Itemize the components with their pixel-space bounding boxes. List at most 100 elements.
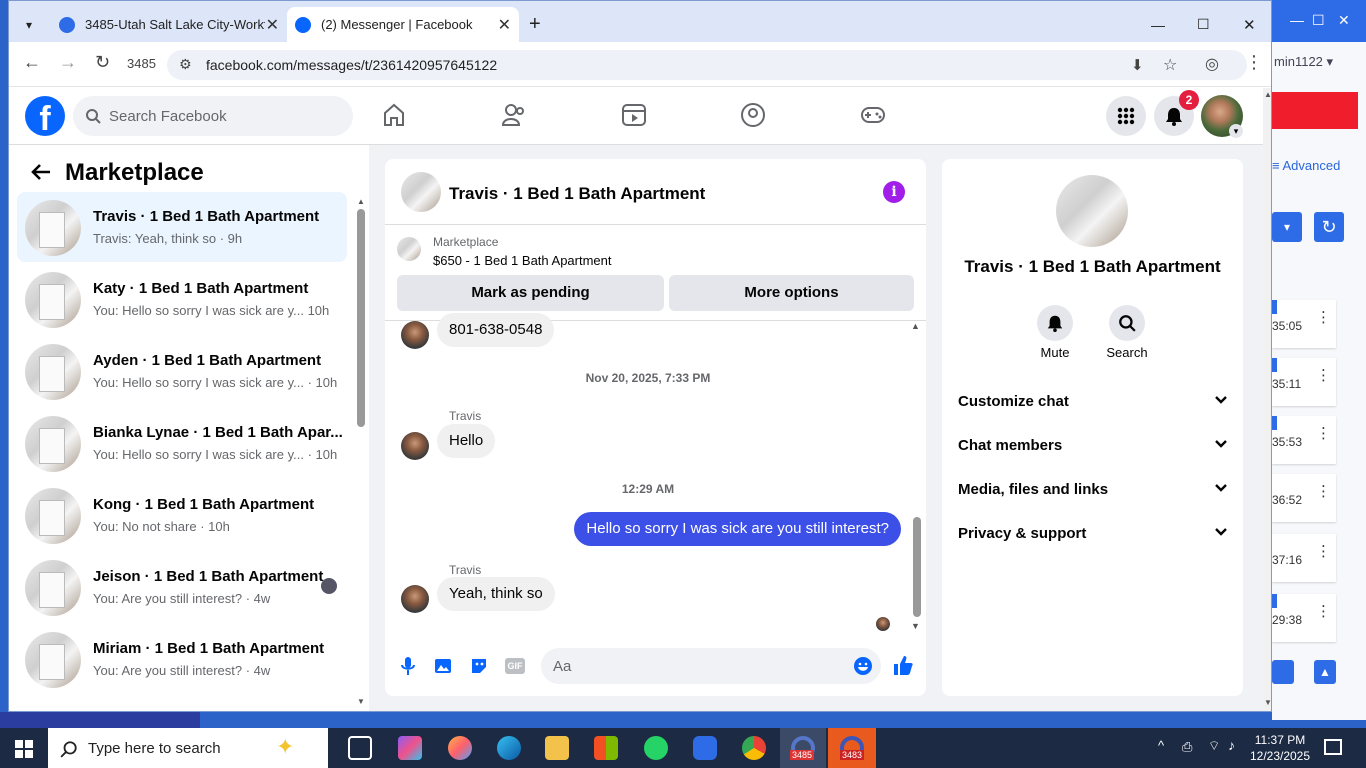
tray-chevron-icon[interactable]: ^ — [1158, 738, 1164, 753]
kebab-icon[interactable]: ⋮ — [1316, 602, 1331, 620]
collapse-button[interactable] — [1272, 660, 1294, 684]
listing-thumbnail[interactable] — [397, 237, 421, 261]
facebook-search[interactable]: Search Facebook — [73, 96, 353, 136]
conversation-avatar[interactable] — [1056, 175, 1128, 247]
back-icon[interactable]: ← — [23, 52, 41, 73]
back-arrow-icon[interactable] — [31, 163, 51, 181]
scroll-down-icon[interactable]: ▼ — [357, 697, 365, 706]
whatsapp-icon[interactable] — [644, 736, 668, 760]
conversation-item[interactable]: Jeison · 1 Bed 1 Bath Apartment You: Are … — [17, 552, 347, 622]
network-icon[interactable]: ⎙ — [1182, 739, 1192, 755]
list-item[interactable]: 37:16 ⋮ — [1272, 534, 1336, 582]
file-explorer-icon[interactable] — [545, 736, 569, 760]
store-icon[interactable] — [594, 736, 618, 760]
profile-label[interactable]: 3485 — [127, 56, 156, 71]
menu-kebab-icon[interactable]: ⋮ — [1245, 52, 1263, 73]
microphone-icon[interactable] — [401, 656, 415, 676]
gaming-icon[interactable] — [860, 102, 886, 128]
task-view-icon[interactable] — [348, 736, 372, 760]
kebab-icon[interactable]: ⋮ — [1316, 308, 1331, 326]
close-tab-icon[interactable]: ✕ — [266, 15, 279, 35]
my-message-bubble[interactable]: Hello so sorry I was sick are you still … — [574, 512, 901, 546]
list-item[interactable]: 35:05 ⋮ — [1272, 300, 1336, 348]
scroll-up-icon[interactable]: ▲ — [357, 197, 365, 206]
chevron-down-icon[interactable]: ▾ — [1229, 124, 1243, 138]
tab-search-button[interactable]: ▾ — [17, 7, 41, 42]
scroll-down-icon[interactable]: ▼ — [911, 621, 920, 631]
mark-as-pending-button[interactable]: Mark as pending — [397, 275, 664, 311]
chrome-icon[interactable] — [742, 736, 766, 760]
message-bubble[interactable]: Yeah, think so — [437, 577, 555, 611]
maximize-icon[interactable]: ☐ — [1197, 7, 1210, 42]
advanced-link[interactable]: ≡ Advanced — [1272, 158, 1340, 173]
sender-avatar[interactable] — [401, 585, 429, 613]
conversation-item[interactable]: Travis · 1 Bed 1 Bath Apartment Travis: Y… — [17, 192, 347, 262]
message-bubble[interactable]: 801-638-0548 — [437, 313, 555, 347]
scrollbar-thumb[interactable] — [357, 209, 365, 427]
more-options-button[interactable]: More options — [669, 275, 914, 311]
clock[interactable]: 11:37 PM 12/23/2025 — [1248, 732, 1312, 764]
install-icon[interactable]: ⬇ — [1131, 56, 1144, 74]
windows-start-icon[interactable] — [15, 740, 33, 758]
groups-icon[interactable] — [740, 102, 766, 128]
video-icon[interactable] — [621, 102, 647, 128]
minimize-icon[interactable]: — — [1290, 12, 1304, 28]
url-field[interactable]: ⚙ facebook.com/messages/t/23614209576451… — [167, 50, 1247, 80]
forward-icon[interactable]: → — [59, 52, 77, 73]
message-input[interactable]: Aa — [541, 648, 881, 684]
chat-scrollbar[interactable]: ▲ ▼ — [911, 321, 921, 631]
conversation-item[interactable]: Katy · 1 Bed 1 Bath Apartment You: Hello … — [17, 264, 347, 334]
refresh-button[interactable]: ↻ — [1314, 212, 1344, 242]
home-icon[interactable] — [382, 102, 406, 128]
list-item[interactable]: 36:52 ⋮ — [1272, 474, 1336, 522]
tab-messenger[interactable]: (2) Messenger | Facebook ✕ — [287, 7, 519, 42]
friends-icon[interactable] — [501, 102, 527, 128]
close-tab-icon[interactable]: ✕ — [498, 15, 511, 35]
emoji-icon[interactable] — [853, 656, 873, 676]
minimize-icon[interactable]: — — [1151, 7, 1165, 42]
notification-center-icon[interactable] — [1324, 739, 1342, 755]
scroll-top-button[interactable]: ▲ — [1314, 660, 1336, 684]
kebab-icon[interactable]: ⋮ — [1316, 542, 1331, 560]
section-customize-chat[interactable]: Customize chat — [958, 393, 1228, 410]
kebab-icon[interactable]: ⋮ — [1316, 366, 1331, 384]
chat-avatar[interactable] — [401, 172, 441, 212]
sticker-icon[interactable] — [469, 656, 489, 676]
list-item[interactable]: 35:53 ⋮ — [1272, 416, 1336, 464]
mute-button[interactable] — [1037, 305, 1073, 341]
scroll-up-icon[interactable]: ▲ — [1264, 90, 1271, 99]
taskbar-search[interactable]: Type here to search ✦ — [48, 728, 328, 768]
copilot-icon[interactable] — [398, 736, 422, 760]
search-button[interactable] — [1109, 305, 1145, 341]
close-window-icon[interactable]: ✕ — [1243, 7, 1256, 42]
scroll-up-icon[interactable]: ▲ — [911, 321, 920, 331]
sender-avatar[interactable] — [401, 432, 429, 460]
close-icon[interactable]: ✕ — [1338, 12, 1350, 29]
user-menu[interactable]: min1122 ▾ — [1274, 54, 1333, 70]
section-chat-members[interactable]: Chat members — [958, 437, 1228, 454]
vpn-shield-icon[interactable] — [693, 736, 717, 760]
app-3485-button[interactable]: 3485 — [780, 728, 826, 768]
paint-icon[interactable] — [448, 736, 472, 760]
facebook-logo[interactable]: f — [25, 96, 65, 136]
account-icon[interactable]: ◎ — [1205, 54, 1219, 74]
new-tab-button[interactable]: + — [529, 7, 541, 42]
app-3483-button[interactable]: 3483 — [828, 728, 876, 768]
kebab-icon[interactable]: ⋮ — [1316, 424, 1331, 442]
reload-icon[interactable]: ↻ — [95, 52, 110, 73]
listing-title[interactable]: $650 - 1 Bed 1 Bath Apartment — [433, 253, 612, 268]
like-icon[interactable] — [892, 654, 914, 676]
tab-worktracker[interactable]: 3485-Utah Salt Lake City-Workt ✕ — [55, 7, 287, 42]
section-privacy-support[interactable]: Privacy & support — [958, 525, 1228, 542]
conversation-item[interactable]: Kong · 1 Bed 1 Bath Apartment You: No not… — [17, 480, 347, 550]
bookmark-star-icon[interactable]: ☆ — [1163, 55, 1177, 75]
chat-title[interactable]: Travis · 1 Bed 1 Bath Apartment — [449, 184, 705, 204]
page-scrollbar[interactable]: ▲ ▼ — [1263, 88, 1271, 711]
maximize-icon[interactable]: ☐ — [1312, 12, 1325, 29]
dropdown-button[interactable]: ▾ — [1272, 212, 1302, 242]
site-info-icon[interactable]: ⚙ — [179, 56, 192, 73]
sender-avatar[interactable] — [401, 321, 429, 349]
list-item[interactable]: 29:38 ⋮ — [1272, 594, 1336, 642]
gif-icon[interactable]: GIF — [505, 658, 525, 674]
menu-button[interactable] — [1106, 96, 1146, 136]
